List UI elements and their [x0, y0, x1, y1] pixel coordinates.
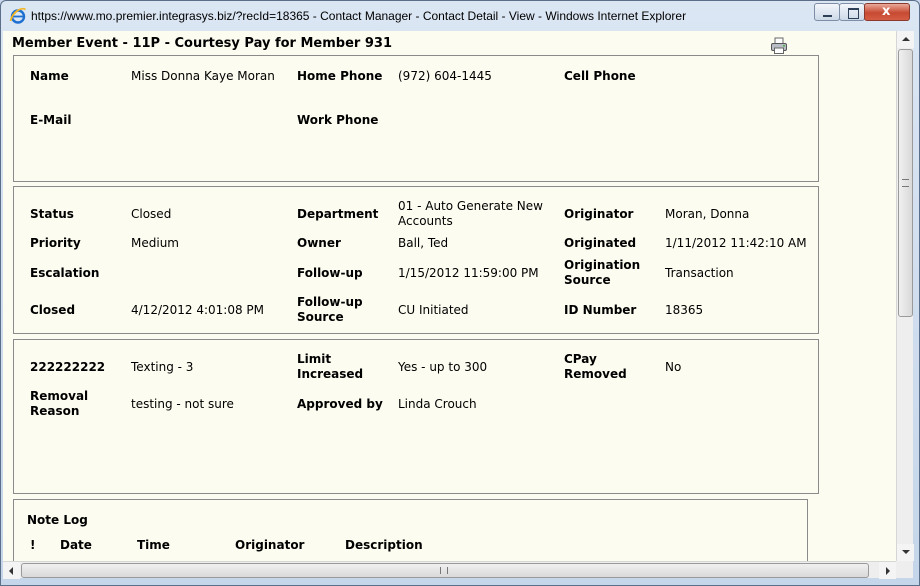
email-label: E-Mail	[30, 113, 72, 127]
priority-label: Priority	[30, 236, 81, 250]
department-value-line2: Accounts	[398, 214, 453, 228]
home-phone-label: Home Phone	[297, 69, 383, 83]
cpay-removed-label-line2: Removed	[564, 367, 627, 381]
name-value: Miss Donna Kaye Moran	[131, 69, 275, 83]
minimize-button[interactable]	[814, 3, 840, 21]
cpay-removed-label-line1: CPay	[564, 352, 597, 366]
department-label: Department	[297, 207, 379, 221]
removal-reason-value: testing - not sure	[131, 397, 234, 411]
followup-source-label-line2: Source	[297, 310, 344, 324]
escalation-label: Escalation	[30, 266, 100, 280]
originated-value: 1/11/2012 11:42:10 AM	[665, 236, 807, 250]
id-number-label: ID Number	[564, 303, 637, 317]
removal-reason-label-line2: Reason	[30, 404, 80, 418]
id-number-value: 18365	[665, 303, 704, 317]
followup-label: Follow-up	[297, 266, 363, 280]
home-phone-value: (972) 604-1445	[398, 69, 492, 83]
status-value: Closed	[131, 207, 172, 221]
owner-value: Ball, Ted	[398, 236, 449, 250]
internet-explorer-icon	[9, 7, 27, 24]
title-bar[interactable]: https://www.mo.premier.integrasys.biz/?r…	[1, 1, 919, 31]
close-button[interactable]: x	[864, 3, 910, 21]
status-label: Status	[30, 207, 74, 221]
followup-source-label-line1: Follow-up	[297, 295, 363, 309]
removal-reason-label-line1: Removal	[30, 389, 89, 403]
field-222222222-value: Texting - 3	[131, 360, 194, 374]
horizontal-scrollbar[interactable]	[3, 561, 896, 579]
work-phone-label: Work Phone	[297, 113, 379, 127]
vertical-scroll-thumb[interactable]	[898, 49, 913, 317]
priority-value: Medium	[131, 236, 179, 250]
cell-phone-label: Cell Phone	[564, 69, 636, 83]
approved-by-label: Approved by	[297, 397, 383, 411]
browser-window: https://www.mo.premier.integrasys.biz/?r…	[0, 0, 920, 586]
limit-increased-value: Yes - up to 300	[398, 360, 488, 374]
note-log-col-flag[interactable]: !	[30, 538, 35, 553]
note-log-col-originator[interactable]: Originator	[235, 538, 304, 553]
cpay-removed-value: No	[665, 360, 682, 374]
scroll-down-arrow-icon[interactable]	[897, 544, 914, 561]
vertical-scrollbar[interactable]	[896, 31, 914, 561]
note-log-panel: Note Log ! Date Time Originator Descript…	[13, 499, 808, 561]
origination-source-value: Transaction	[665, 266, 734, 280]
note-log-col-description[interactable]: Description	[345, 538, 423, 553]
window-title: https://www.mo.premier.integrasys.biz/?r…	[31, 9, 687, 23]
contact-info-panel: Name Miss Donna Kaye Moran Home Phone (9…	[13, 55, 819, 182]
printer-icon[interactable]	[770, 37, 788, 55]
scroll-up-arrow-icon[interactable]	[897, 31, 914, 48]
page-title: Member Event - 11P - Courtesy Pay for Me…	[12, 36, 392, 51]
originator-value: Moran, Donna	[665, 207, 750, 221]
scroll-left-arrow-icon[interactable]	[3, 562, 20, 579]
closed-value: 4/12/2012 4:01:08 PM	[131, 303, 265, 317]
followup-source-value: CU Initiated	[398, 303, 469, 317]
scroll-right-arrow-icon[interactable]	[879, 562, 896, 579]
originator-label: Originator	[564, 207, 634, 221]
closed-label: Closed	[30, 303, 76, 317]
owner-label: Owner	[297, 236, 341, 250]
maximize-button[interactable]	[839, 3, 865, 21]
note-log-col-time[interactable]: Time	[137, 538, 170, 553]
limit-increased-label-line2: Increased	[297, 367, 364, 381]
horizontal-scroll-thumb[interactable]	[21, 563, 869, 578]
custom-fields-panel: 222222222 Texting - 3 Limit Increased Ye…	[13, 339, 819, 494]
field-222222222-label: 222222222	[30, 360, 106, 374]
event-info-panel: Status Closed Department 01 - Auto Gener…	[13, 186, 819, 334]
close-icon: x	[882, 4, 891, 19]
note-log-col-date[interactable]: Date	[60, 538, 92, 553]
approved-by-value: Linda Crouch	[398, 397, 477, 411]
page-content: Member Event - 11P - Courtesy Pay for Me…	[3, 31, 896, 561]
scrollbar-corner	[896, 561, 913, 578]
followup-value: 1/15/2012 11:59:00 PM	[398, 266, 539, 280]
note-log-title: Note Log	[27, 513, 88, 527]
origination-source-label-line1: Origination	[564, 258, 641, 272]
limit-increased-label-line1: Limit	[297, 352, 332, 366]
originated-label: Originated	[564, 236, 637, 250]
name-label: Name	[30, 69, 69, 83]
department-value-line1: 01 - Auto Generate New	[398, 199, 543, 213]
origination-source-label-line2: Source	[564, 273, 611, 287]
